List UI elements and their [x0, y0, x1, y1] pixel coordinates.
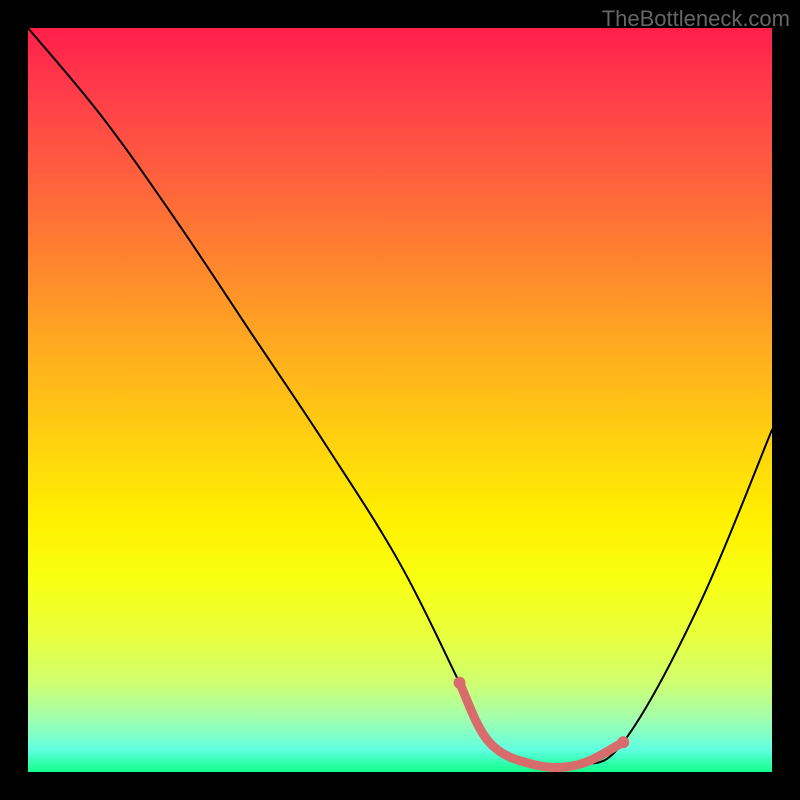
- optimal-range-marker: [460, 683, 624, 768]
- optimal-marker-start: [454, 677, 466, 689]
- bottleneck-curve: [28, 28, 772, 768]
- watermark-text: TheBottleneck.com: [602, 6, 790, 32]
- curve-svg: [28, 28, 772, 772]
- plot-area: [28, 28, 772, 772]
- chart-container: TheBottleneck.com: [0, 0, 800, 800]
- optimal-marker-end: [617, 736, 629, 748]
